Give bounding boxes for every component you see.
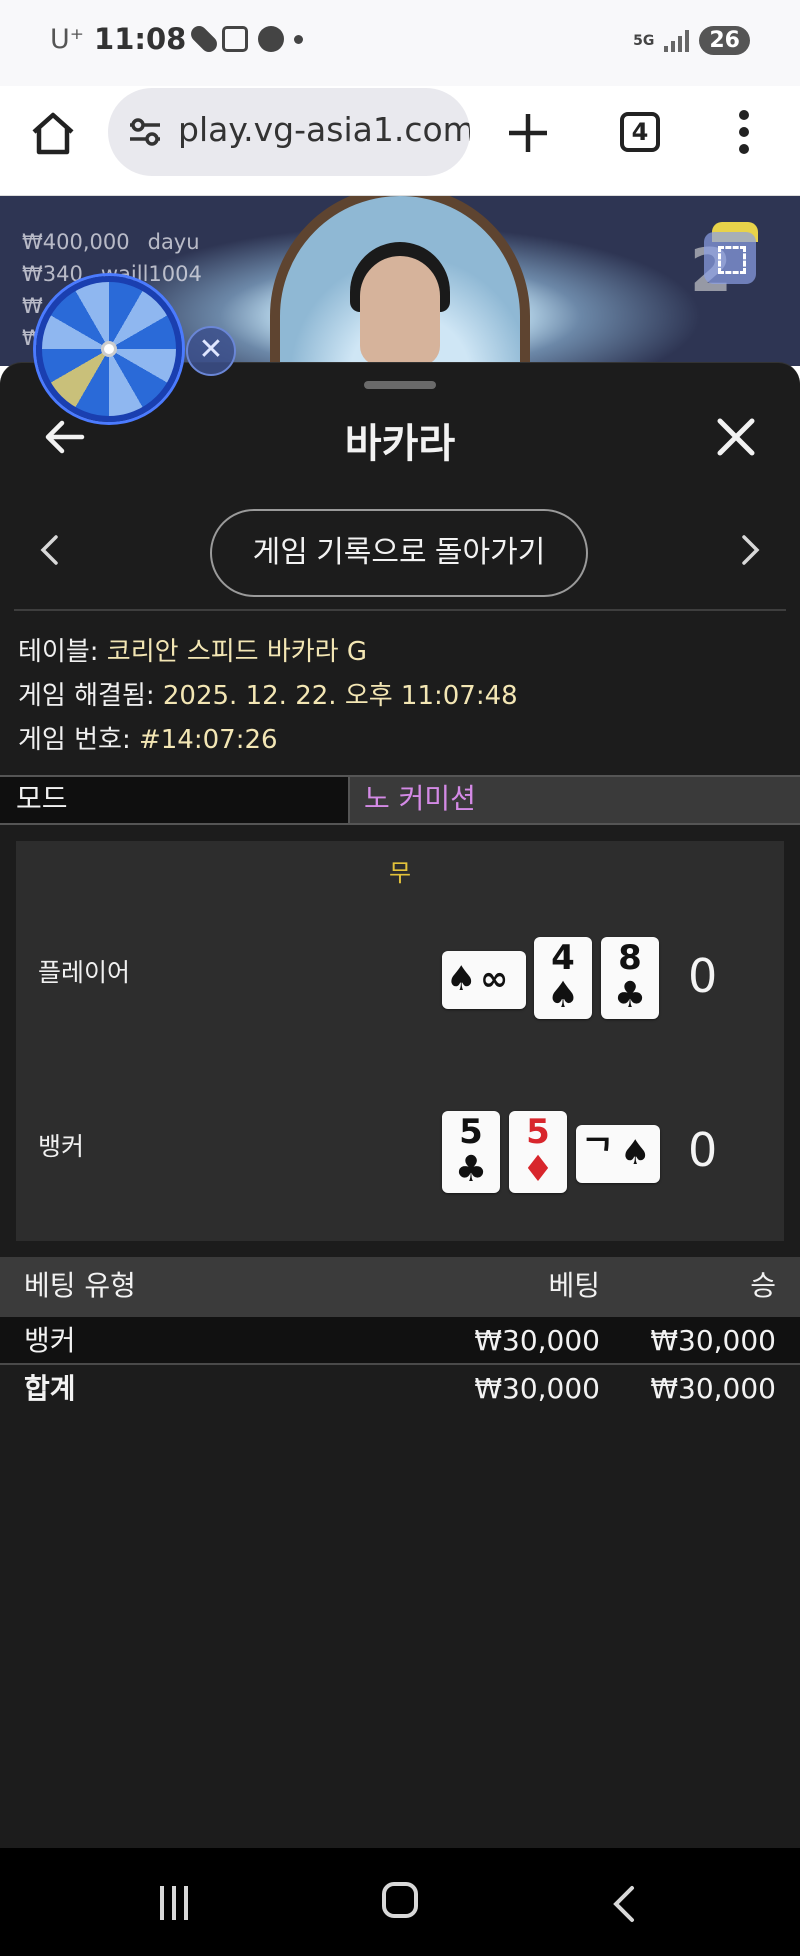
battery-level: 26 (699, 26, 750, 55)
total-row: 합계 ₩30,000 ₩30,000 (0, 1365, 800, 1413)
scan-icon (222, 26, 249, 52)
banker-label: 뱅커 (38, 1132, 85, 1161)
banker-score: 0 (688, 1123, 718, 1177)
network-type: 5G (633, 32, 655, 49)
game-number-value: #14:07:26 (138, 725, 278, 755)
game-detail-panel: 바카라 게임 기록으로 돌아가기 테이블: 코리안 스피드 바카라 G 게임 해… (0, 362, 800, 1848)
table-row: 뱅커 ₩30,000 ₩30,000 (0, 1317, 800, 1365)
new-tab-icon[interactable] (505, 110, 551, 156)
mode-label: 모드 (0, 777, 350, 823)
home-nav-icon[interactable] (382, 1882, 418, 1918)
home-icon[interactable] (28, 108, 78, 158)
result-box: 무 플레이어 ♠ ∞ 4 ♠ 8 ♣ 0 뱅커 5 ♣ 5 ♦ ᄀ ♠ 0 (16, 841, 784, 1241)
carrier-label: U⁺ (50, 23, 85, 55)
player-card-2: 4 ♠ (534, 937, 592, 1019)
return-to-history-button[interactable]: 게임 기록으로 돌아가기 (210, 509, 588, 597)
dealer-face (360, 256, 440, 366)
signal-icon (664, 29, 690, 52)
url-text: play.vg-asia1.com (178, 110, 470, 149)
status-left: U⁺ 11:08 (50, 22, 304, 56)
pill-icon (188, 22, 221, 56)
prize-wheel-icon[interactable] (36, 276, 182, 422)
header-bet-type: 베팅 유형 (24, 1269, 136, 1302)
close-icon[interactable] (714, 415, 758, 459)
message-icon (258, 26, 285, 52)
bets-table-header: 베팅 유형 베팅 승 (0, 1257, 800, 1317)
total-label: 합계 (24, 1372, 76, 1405)
recent-apps-icon[interactable] (160, 1886, 196, 1920)
banker-card-3: ᄀ ♠ (576, 1125, 660, 1183)
total-win-amount: ₩30,000 (650, 1372, 776, 1405)
feed-item: ₩400,000 dayu (22, 230, 200, 254)
result-outcome: 무 (388, 859, 412, 887)
address-bar[interactable]: play.vg-asia1.com (108, 88, 470, 176)
tab-switcher-button[interactable]: 4 (620, 112, 660, 152)
resolved-info: 게임 해결됨: 2025. 12. 22. 오후 11:07:48 (18, 681, 518, 711)
table-info: 테이블: 코리안 스피드 바카라 G (18, 637, 368, 667)
mode-row: 모드 노 커미션 (0, 775, 800, 825)
banker-card-2: 5 ♦ (509, 1111, 567, 1193)
row-bet-amount: ₩30,000 (474, 1324, 600, 1357)
more-menu-icon[interactable] (738, 110, 750, 156)
notification-dot-icon (294, 34, 304, 44)
table-value: 코리안 스피드 바카라 G (106, 637, 368, 667)
player-label: 플레이어 (38, 958, 131, 987)
banker-card-1: 5 ♣ (442, 1111, 500, 1193)
status-right: 5G 26 (633, 26, 750, 55)
chevron-right-icon[interactable] (740, 533, 762, 567)
back-nav-icon[interactable] (610, 1884, 638, 1924)
header-bet: 베팅 (548, 1269, 600, 1302)
player-card-3: 8 ♣ (601, 937, 659, 1019)
row-bet-type: 뱅커 (24, 1324, 76, 1357)
divider (14, 609, 786, 611)
fullscreen-icon[interactable] (704, 232, 756, 284)
clock: 11:08 (94, 22, 187, 56)
game-number-info: 게임 번호: #14:07:26 (18, 725, 278, 755)
wheel-hub (101, 341, 117, 357)
system-nav-bar (0, 1848, 800, 1956)
total-bet-amount: ₩30,000 (474, 1372, 600, 1405)
player-score: 0 (688, 949, 718, 1003)
mode-value: 노 커미션 (350, 777, 800, 823)
chevron-left-icon[interactable] (38, 533, 60, 567)
row-win-amount: ₩30,000 (650, 1324, 776, 1357)
site-settings-icon[interactable] (128, 118, 162, 146)
wheel-close-icon[interactable]: ✕ (186, 326, 236, 376)
status-bar: U⁺ 11:08 5G 26 (0, 0, 800, 86)
header-win: 승 (750, 1269, 776, 1302)
drag-handle[interactable] (364, 381, 436, 389)
resolved-value: 2025. 12. 22. 오후 11:07:48 (162, 681, 518, 711)
browser-toolbar: play.vg-asia1.com 4 (0, 86, 800, 196)
player-card-1: ♠ ∞ (442, 951, 526, 1009)
